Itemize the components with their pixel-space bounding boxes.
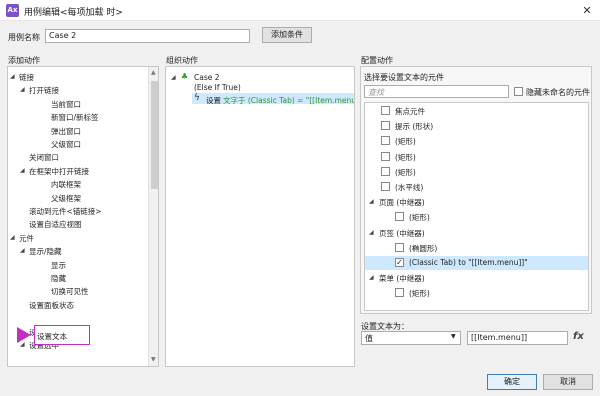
scrollbar-thumb[interactable] <box>151 81 158 189</box>
tree-item[interactable]: 设置面板状态 <box>29 300 74 311</box>
expand-icon[interactable]: ◢ <box>369 198 374 205</box>
pointer-arrow-icon <box>17 327 31 343</box>
expand-icon[interactable]: ◢ <box>369 274 374 281</box>
tree-item[interactable]: 链接 <box>19 72 34 83</box>
scrollbar[interactable]: ▲ ▼ <box>148 67 158 366</box>
tree-item[interactable]: 父级框架 <box>51 193 81 204</box>
tree-item[interactable]: 父级窗口 <box>51 139 81 150</box>
widget-list[interactable]: 焦点元件提示 (形状) (矩形) (矩形) (矩形) (水平线) ◢ 页面 (中继器) (矩形… <box>364 102 589 311</box>
widget-item[interactable]: (矩形) <box>395 152 416 163</box>
widget-checkbox[interactable]: ✓ <box>395 258 404 267</box>
tree-item[interactable]: 关闭窗口 <box>29 152 59 163</box>
widget-checkbox[interactable] <box>395 212 404 222</box>
case-name-label: 用例名称 <box>8 33 40 42</box>
tree-item[interactable]: 新窗口/新标签 <box>51 112 99 123</box>
tree-item[interactable]: 弹出窗口 <box>51 126 81 137</box>
tree-item[interactable]: 打开链接 <box>29 85 59 96</box>
widget-item[interactable]: (矩形) <box>409 212 430 223</box>
add-action-panel[interactable]: ◢ 链接 ◢ 打开链接当前窗口新窗口/新标签 弹出窗口父级窗口关闭窗口 ◢ 在框架中打开链接… <box>7 66 159 367</box>
tree-item[interactable]: 切换可见性 <box>51 286 89 297</box>
widget-checkbox[interactable] <box>381 151 390 161</box>
scroll-down-icon[interactable]: ▼ <box>151 356 156 363</box>
expand-icon[interactable]: ◢ <box>20 86 25 93</box>
cancel-button[interactable]: 取消 <box>543 374 593 390</box>
widget-item[interactable]: (矩形) <box>395 136 416 147</box>
tree-item[interactable]: 在框架中打开链接 <box>29 166 89 177</box>
chevron-down-icon: ▼ <box>451 333 456 340</box>
widget-group[interactable]: 菜单 (中继器) <box>379 273 425 284</box>
widget-item[interactable]: (矩形) <box>395 167 416 178</box>
widget-group[interactable]: 页签 (中继器) <box>379 228 425 239</box>
hide-unnamed-label: 隐藏未命名的元件 <box>526 88 590 97</box>
tree-item[interactable]: 隐藏 <box>51 273 66 284</box>
expand-icon[interactable]: ◢ <box>10 73 15 80</box>
scroll-up-icon[interactable]: ▲ <box>151 69 156 76</box>
tree-item[interactable]: 设置自适应视图 <box>29 219 82 230</box>
tree-item[interactable]: 显示/隐藏 <box>29 246 62 257</box>
fx-icon[interactable]: fx <box>573 331 584 342</box>
configure-action-panel: 选择要设置文本的元件 查找 隐藏未命名的元件 焦点元件提示 (形状) (矩形) (矩… <box>360 66 592 314</box>
tree-item-set-text[interactable]: 设置文本 <box>37 331 67 342</box>
widget-group[interactable]: 页面 (中继器) <box>379 197 425 208</box>
expand-icon[interactable]: ◢ <box>20 247 25 254</box>
organize-action-header: 组织动作 <box>166 56 198 65</box>
window-title: 用例编辑<每项加载 时> <box>24 8 123 18</box>
tree-item[interactable]: 元件 <box>19 233 34 244</box>
select-widgets-label: 选择要设置文本的元件 <box>364 73 444 82</box>
widget-item[interactable]: 提示 (形状) <box>395 121 433 132</box>
value-type-select[interactable]: 值 ▼ <box>361 331 461 345</box>
organize-condition: (Else If True) <box>194 83 241 92</box>
tree-item[interactable]: 滚动到元件<锚链接> <box>29 206 102 217</box>
expand-icon[interactable]: ◢ <box>369 229 374 236</box>
search-input[interactable]: 查找 <box>364 85 509 98</box>
organize-action-panel[interactable]: ◢ ♣ Case 2 (Else If True) ϟ 设置 文字于 (Clas… <box>165 66 355 367</box>
widget-item[interactable]: (椭圆形) <box>409 243 437 254</box>
value-input[interactable]: [[Item.menu]] <box>467 331 568 345</box>
widget-checkbox[interactable] <box>395 288 404 298</box>
tree-item[interactable]: 内联框架 <box>51 179 81 190</box>
close-icon[interactable]: ✕ <box>578 2 596 19</box>
ok-button[interactable]: 确定 <box>487 374 537 390</box>
widget-item[interactable]: 焦点元件 <box>395 106 425 117</box>
expand-icon[interactable]: ◢ <box>20 167 25 174</box>
widget-checkbox[interactable] <box>381 182 390 191</box>
organize-case[interactable]: Case 2 <box>194 73 220 82</box>
widget-item[interactable]: (矩形) <box>409 288 430 299</box>
widget-checkbox[interactable] <box>395 242 404 252</box>
tree-item[interactable]: 显示 <box>51 260 66 271</box>
widget-checkbox[interactable] <box>381 166 390 176</box>
add-condition-button[interactable]: 添加条件 <box>262 27 312 43</box>
tree-item[interactable]: 当前窗口 <box>51 99 81 110</box>
hide-unnamed-checkbox[interactable] <box>514 87 523 96</box>
collapse-icon[interactable]: ◢ <box>171 74 176 81</box>
expand-icon[interactable]: ◢ <box>10 234 15 241</box>
widget-checkbox[interactable] <box>381 106 390 115</box>
add-action-header: 添加动作 <box>8 56 40 65</box>
widget-item[interactable]: (Classic Tab) to "[[Item.menu]]" <box>409 258 528 267</box>
organize-action-text[interactable]: 文字于 (Classic Tab) = "[[Item.menu]]" <box>223 95 354 106</box>
widget-checkbox[interactable] <box>381 121 390 131</box>
lightning-icon: ϟ <box>194 93 200 103</box>
case-icon: ♣ <box>181 72 189 81</box>
value-type-text: 值 <box>365 334 373 343</box>
configure-action-header: 配置动作 <box>361 56 393 65</box>
widget-item[interactable]: (水平线) <box>395 182 423 193</box>
case-name-input[interactable]: Case 2 <box>45 29 250 43</box>
ax-logo-icon: Ax <box>6 4 19 17</box>
widget-checkbox[interactable] <box>381 136 390 146</box>
organize-action-prefix: 设置 <box>206 96 221 105</box>
